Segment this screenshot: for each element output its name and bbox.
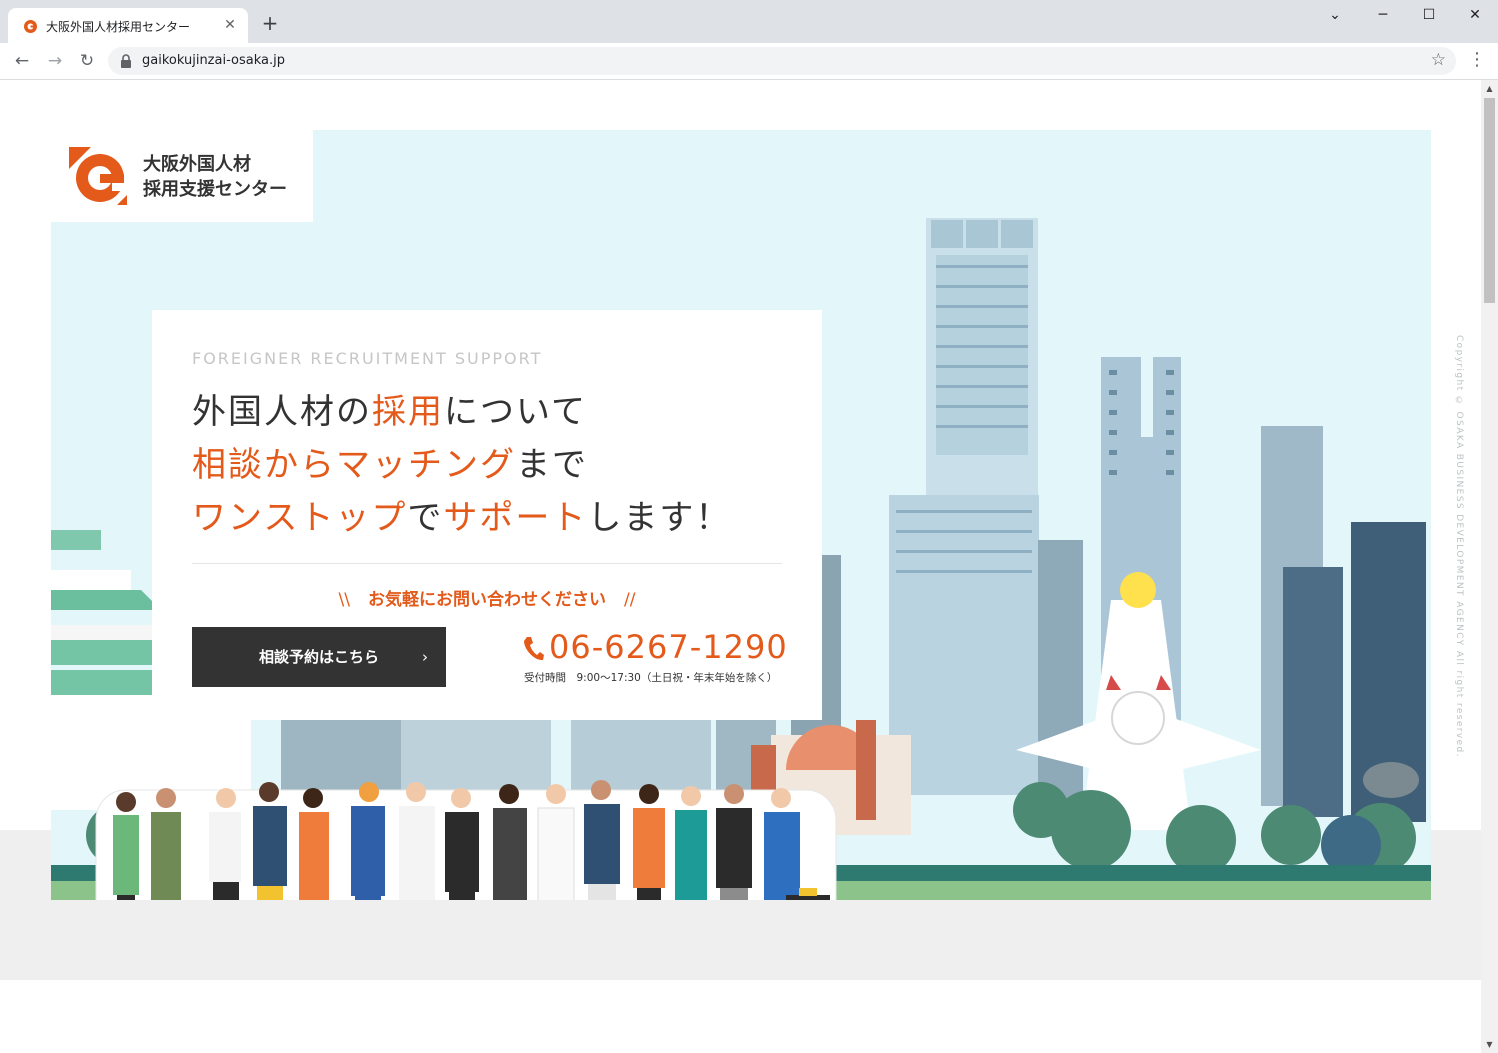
page-viewport: 大阪外国人材 採用支援センター FOREIGNER RECRUITMENT SU… [0,80,1481,1053]
phone-icon [524,637,544,661]
phone-number-link[interactable]: 06-6267-1290 [549,628,788,666]
forward-button[interactable]: → [43,49,67,73]
tab-search-icon[interactable]: ⌄ [1312,0,1358,32]
hero-section: 大阪外国人材 採用支援センター FOREIGNER RECRUITMENT SU… [51,130,1431,900]
scrollbar-thumb[interactable] [1484,98,1495,303]
headline-line-1: 外国人材の採用について [192,392,587,432]
logo-line-1: 大阪外国人材 [143,154,251,175]
slash-decoration-right: // [624,590,636,610]
hero-eyebrow: FOREIGNER RECRUITMENT SUPPORT [192,349,543,368]
scroll-down-arrow-icon[interactable]: ▼ [1481,1036,1498,1053]
close-window-button[interactable]: ✕ [1452,0,1498,32]
tab-close-icon[interactable]: ✕ [220,15,240,35]
headline-line-3: ワンストップでサポートします！ [192,498,732,538]
hero-headline: 外国人材の採用について 相談からマッチングまで ワンストップでサポートします！ [192,386,731,545]
browser-toolbar: ← → ↻ gaikokujinzai-osaka.jp ☆ ⋮ [0,43,1498,80]
minimize-button[interactable]: ─ [1360,0,1406,32]
diverse-workers-group [95,780,837,900]
elephant [1363,762,1419,798]
site-logo[interactable]: 大阪外国人材 採用支援センター [51,130,313,222]
browser-menu-icon[interactable]: ⋮ [1468,49,1486,70]
browser-tab[interactable]: 大阪外国人材採用センター ✕ [8,8,248,43]
headline-line-2: 相談からマッチングまで [192,445,588,485]
lock-icon [121,54,131,68]
browser-tab-bar: 大阪外国人材採用センター ✕ + ⌄ ─ ☐ ✕ [0,0,1498,43]
business-hours: 受付時間 9:00～17:30（土日祝・年末年始を除く） [524,672,778,684]
address-bar[interactable]: gaikokujinzai-osaka.jp ☆ [108,47,1456,75]
site-favicon-icon [22,18,38,34]
bookmark-star-icon[interactable]: ☆ [1431,50,1446,70]
maximize-button[interactable]: ☐ [1406,0,1452,32]
consultation-booking-button[interactable]: 相談予約はこちら › [192,627,446,687]
vertical-copyright: Copyright © OSAKA BUSINESS DEVELOPMENT A… [1454,335,1464,758]
chevron-right-icon: › [422,648,428,666]
hero-card: FOREIGNER RECRUITMENT SUPPORT 外国人材の採用につい… [152,310,822,720]
logo-g-mark-icon [69,147,127,205]
page-scrollbar[interactable]: ▲ ▼ [1481,80,1498,1053]
logo-line-2: 採用支援センター [143,179,287,200]
scroll-up-arrow-icon[interactable]: ▲ [1481,80,1498,97]
back-button[interactable]: ← [10,49,34,73]
tab-title: 大阪外国人材採用センター [46,20,191,34]
logo-text: 大阪外国人材 採用支援センター [143,152,287,202]
contact-prompt: \\ お気軽にお問い合わせください // [192,585,782,610]
slash-decoration-left: \\ [338,590,350,610]
card-divider [192,563,782,564]
contact-prompt-text: お気軽にお問い合わせください [368,590,606,610]
reload-button[interactable]: ↻ [75,49,99,73]
consultation-button-label: 相談予約はこちら [258,648,379,666]
new-tab-button[interactable]: + [258,12,282,36]
url-text[interactable]: gaikokujinzai-osaka.jp [142,53,285,68]
